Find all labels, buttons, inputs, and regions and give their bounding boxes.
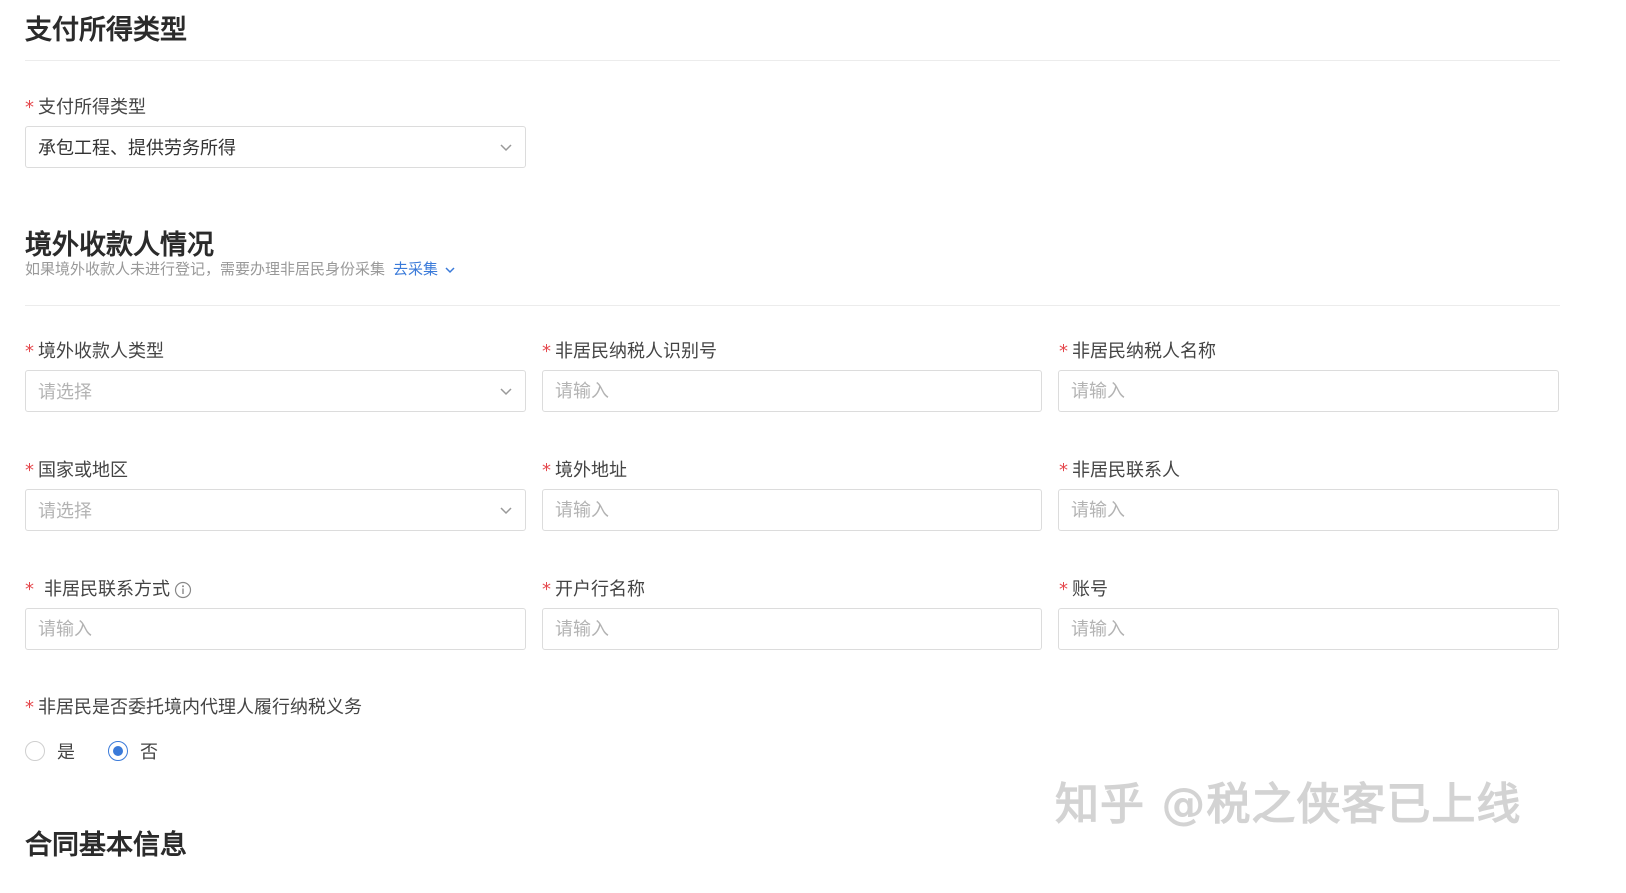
account-field[interactable]	[1058, 608, 1559, 650]
section-title-contract: 合同基本信息	[25, 830, 187, 861]
country-label: * 国家或地区	[25, 460, 128, 481]
income-type-value: 承包工程、提供劳务所得	[38, 138, 236, 159]
income-type-select[interactable]: 承包工程、提供劳务所得	[25, 126, 526, 168]
contact-person-input[interactable]	[1071, 499, 1546, 521]
info-icon[interactable]	[174, 581, 192, 599]
chevron-down-icon	[500, 507, 512, 515]
bank-name-input[interactable]	[555, 618, 1029, 640]
tax-id-label: * 非居民纳税人识别号	[542, 341, 717, 362]
chevron-down-icon	[500, 144, 512, 152]
taxpayer-name-field[interactable]	[1058, 370, 1559, 412]
section-title-income-type: 支付所得类型	[25, 15, 187, 46]
payee-hint: 如果境外收款人未进行登记，需要办理非居民身份采集 去采集	[25, 258, 456, 279]
payee-type-placeholder: 请选择	[38, 382, 92, 403]
account-input[interactable]	[1071, 618, 1546, 640]
radio-yes-label: 是	[57, 742, 75, 763]
contact-method-label: * 非居民联系方式	[25, 575, 192, 601]
contact-method-field[interactable]	[25, 608, 526, 650]
contact-person-field[interactable]	[1058, 489, 1559, 531]
watermark: 知乎 @税之侠客已上线	[1055, 779, 1522, 830]
country-select[interactable]: 请选择	[25, 489, 526, 531]
overseas-address-label: * 境外地址	[542, 460, 627, 481]
contact-method-input[interactable]	[38, 618, 513, 640]
overseas-address-input[interactable]	[555, 499, 1029, 521]
country-placeholder: 请选择	[38, 501, 92, 522]
collect-link[interactable]: 去采集	[393, 260, 456, 278]
overseas-address-field[interactable]	[542, 489, 1042, 531]
chevron-down-icon	[445, 266, 455, 273]
tax-id-input[interactable]	[555, 380, 1029, 402]
bank-name-field[interactable]	[542, 608, 1042, 650]
payee-type-select[interactable]: 请选择	[25, 370, 526, 412]
taxpayer-name-input[interactable]	[1071, 380, 1546, 402]
tax-id-field[interactable]	[542, 370, 1042, 412]
account-label: * 账号	[1059, 579, 1108, 600]
contact-person-label: * 非居民联系人	[1059, 460, 1180, 481]
bank-name-label: * 开户行名称	[542, 579, 645, 600]
radio-no-label: 否	[140, 742, 158, 763]
divider	[25, 60, 1560, 61]
taxpayer-name-label: * 非居民纳税人名称	[1059, 341, 1216, 362]
income-type-label: * 支付所得类型	[25, 97, 146, 118]
divider	[25, 305, 1560, 306]
payee-type-label: * 境外收款人类型	[25, 341, 164, 362]
radio-no[interactable]: 否	[108, 738, 158, 764]
required-mark: *	[25, 97, 34, 118]
chevron-down-icon	[500, 388, 512, 396]
radio-yes[interactable]: 是	[25, 738, 75, 764]
radio-circle	[25, 741, 45, 761]
section-title-payee: 境外收款人情况	[25, 230, 214, 261]
agent-question-label: * 非居民是否委托境内代理人履行纳税义务	[25, 697, 362, 718]
radio-circle-checked	[108, 741, 128, 761]
